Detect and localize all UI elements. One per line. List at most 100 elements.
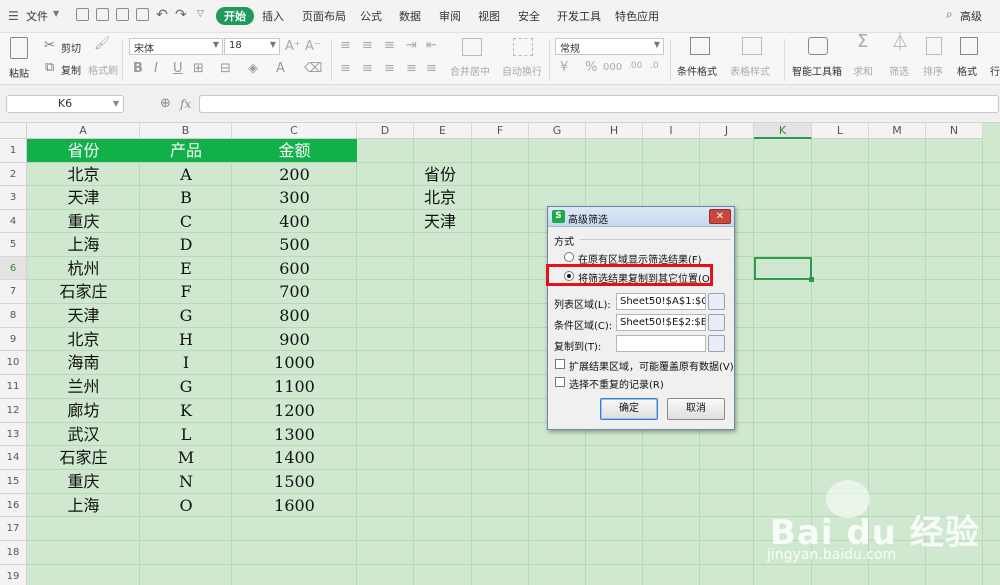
row-header-11[interactable]: 11 [0, 375, 27, 399]
font-grow-icon[interactable]: A⁺ [285, 40, 301, 54]
data-cell[interactable]: 上海 [27, 233, 140, 257]
wrap-icon[interactable] [513, 38, 533, 56]
data-cell[interactable]: M [140, 446, 232, 470]
paste-icon[interactable] [10, 37, 28, 59]
selected-cell-k6[interactable] [754, 257, 814, 282]
wrap-text-button[interactable]: 自动换行 [502, 63, 542, 78]
row-header-9[interactable]: 9 [0, 328, 27, 351]
column-header-b[interactable]: B [140, 123, 232, 139]
data-cell[interactable]: B [140, 186, 232, 210]
align-bottom-icon[interactable]: ≡ [384, 39, 395, 53]
row-header-17[interactable]: 17 [0, 517, 27, 541]
font-shrink-icon[interactable]: A⁻ [305, 40, 321, 54]
tab-home[interactable]: 开始 [216, 7, 254, 25]
data-cell[interactable]: O [140, 494, 232, 517]
name-box[interactable]: K6 ▼ [6, 95, 124, 113]
data-cell[interactable]: 1600 [232, 494, 357, 517]
align-left-icon[interactable]: ≡ [340, 62, 351, 76]
data-cell[interactable]: I [140, 351, 232, 375]
row-header-1[interactable]: 1 [0, 139, 27, 163]
advanced-search[interactable]: 高级 [960, 8, 982, 24]
data-cell[interactable]: L [140, 423, 232, 446]
expand-result-checkbox[interactable] [555, 359, 565, 369]
data-cell[interactable]: 杭州 [27, 257, 140, 280]
row-header-6[interactable]: 6 [0, 257, 27, 280]
chevron-down-icon[interactable]: ▼ [53, 9, 59, 18]
column-header-i[interactable]: I [643, 123, 700, 139]
hamburger-icon[interactable]: ☰ [8, 9, 19, 23]
data-cell[interactable]: 800 [232, 304, 357, 328]
export-icon[interactable] [96, 8, 109, 21]
criteria-cell[interactable]: 北京 [414, 186, 472, 209]
format-painter-button[interactable]: 格式刷 [88, 62, 118, 77]
criteria-cell[interactable]: 省份 [414, 163, 472, 186]
data-cell[interactable]: H [140, 328, 232, 351]
row-header-14[interactable]: 14 [0, 446, 27, 470]
font-size-select[interactable]: 18 ▼ [224, 38, 280, 55]
range-picker-icon[interactable] [708, 335, 725, 352]
percent-icon[interactable]: % [585, 61, 597, 75]
column-header-k[interactable]: K [754, 123, 812, 139]
decrease-decimal-icon[interactable]: .0 [650, 59, 659, 73]
table-style-icon[interactable] [742, 37, 762, 55]
tab-developer[interactable]: 开发工具 [557, 8, 601, 24]
data-cell[interactable]: 200 [232, 163, 357, 186]
data-cell[interactable]: G [140, 375, 232, 399]
data-cell[interactable]: 1300 [232, 423, 357, 446]
data-cell[interactable]: 海南 [27, 351, 140, 375]
row-header-16[interactable]: 16 [0, 494, 27, 517]
row-header-15[interactable]: 15 [0, 470, 27, 494]
column-header-e[interactable]: E [414, 123, 472, 139]
range-picker-icon[interactable] [708, 314, 725, 331]
data-cell[interactable]: 兰州 [27, 375, 140, 399]
merge-center-button[interactable]: 合并居中 [450, 63, 490, 78]
brush-icon[interactable]: 🖌 [94, 37, 111, 51]
cancel-button[interactable]: 取消 [667, 398, 725, 420]
data-cell[interactable]: D [140, 233, 232, 257]
data-cell[interactable]: G [140, 304, 232, 328]
column-header-c[interactable]: C [232, 123, 357, 139]
underline-icon[interactable]: U [173, 62, 183, 76]
data-cell[interactable]: 1200 [232, 399, 357, 423]
align-middle-icon[interactable]: ≡ [362, 39, 373, 53]
merge-icon[interactable] [462, 38, 482, 56]
preview-icon[interactable] [136, 8, 149, 21]
eraser-icon[interactable]: ⌫ [304, 62, 322, 76]
currency-icon[interactable]: ¥ [560, 61, 568, 75]
ok-button[interactable]: 确定 [600, 398, 658, 420]
fill-color-icon[interactable]: ⊟ [220, 62, 231, 76]
tab-formulas[interactable]: 公式 [360, 8, 382, 24]
column-header-d[interactable]: D [357, 123, 414, 139]
thousands-icon[interactable]: 000 [603, 61, 622, 75]
scissors-icon[interactable]: ✂ [44, 39, 55, 53]
sum-icon[interactable]: Σ [857, 33, 868, 51]
data-cell[interactable]: 上海 [27, 494, 140, 517]
copy-button[interactable]: 复制 [61, 62, 81, 77]
expand-result-label[interactable]: 扩展结果区域，可能覆盖原有数据(V) [569, 358, 734, 373]
data-cell[interactable]: 武汉 [27, 423, 140, 446]
font-color-icon[interactable]: A [276, 62, 285, 76]
data-cell[interactable]: C [140, 210, 232, 233]
header-cell-product[interactable]: 产品 [140, 139, 232, 162]
distribute-icon[interactable]: ≡ [426, 62, 437, 76]
criteria-range-input[interactable]: Sheet50!$E$2:$E$4 [616, 314, 706, 331]
data-cell[interactable]: A [140, 163, 232, 186]
row-header-3[interactable]: 3 [0, 186, 27, 210]
rows-button[interactable]: 行 [990, 63, 1000, 78]
range-picker-icon[interactable] [708, 293, 725, 310]
bold-icon[interactable]: B [133, 62, 143, 76]
border-icon[interactable]: ⊞ [193, 62, 204, 76]
header-cell-amount[interactable]: 金额 [232, 139, 357, 162]
data-cell[interactable]: 1500 [232, 470, 357, 494]
row-header-18[interactable]: 18 [0, 541, 27, 565]
data-cell[interactable]: 石家庄 [27, 446, 140, 470]
data-cell[interactable]: 1000 [232, 351, 357, 375]
redo-icon[interactable]: ↷ [175, 7, 187, 23]
data-cell[interactable]: 900 [232, 328, 357, 351]
data-cell[interactable]: 400 [232, 210, 357, 233]
tab-page-layout[interactable]: 页面布局 [302, 8, 346, 24]
zoom-icon[interactable]: ⊕ [160, 96, 171, 111]
row-header-2[interactable]: 2 [0, 163, 27, 186]
paste-button[interactable]: 粘贴 [9, 65, 29, 80]
data-cell[interactable]: 石家庄 [27, 280, 140, 304]
